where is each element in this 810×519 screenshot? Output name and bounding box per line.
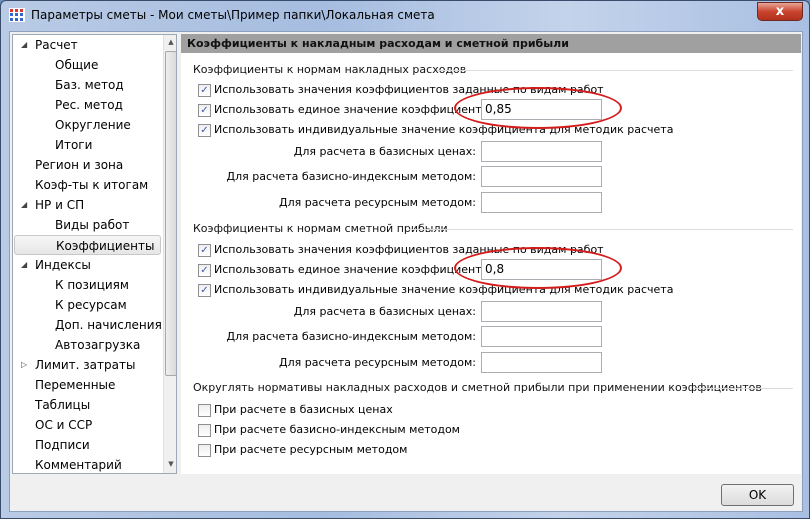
overhead-index-label: Для расчета базисно-индексным методом: bbox=[226, 170, 476, 183]
tree-item-label: Общие bbox=[55, 58, 99, 72]
profit-single-checkbox[interactable]: ✓ bbox=[198, 264, 211, 277]
overhead-single-checkbox[interactable]: ✓ bbox=[198, 104, 211, 117]
tree-item[interactable]: ◢ Расчет bbox=[13, 35, 162, 55]
tree-item-label: Комментарий bbox=[35, 458, 122, 472]
tree-item[interactable]: Таблицы bbox=[13, 395, 162, 415]
tree-item[interactable]: Доп. начисления bbox=[13, 315, 162, 335]
scroll-up-icon[interactable]: ▲ bbox=[164, 35, 176, 50]
tree-item[interactable]: ◢ Индексы bbox=[13, 255, 162, 275]
profit-index-input[interactable] bbox=[481, 326, 602, 347]
expand-arrow-icon[interactable]: ▷ bbox=[21, 355, 27, 375]
panel-header: Коэффициенты к накладным расходам и смет… bbox=[181, 34, 801, 53]
profit-resource-label: Для расчета ресурсным методом: bbox=[279, 356, 476, 369]
profit-individual-checkbox[interactable]: ✓ bbox=[198, 284, 211, 297]
close-button[interactable]: x bbox=[757, 2, 803, 21]
scrollbar-thumb[interactable] bbox=[165, 51, 176, 376]
overhead-base-input[interactable] bbox=[481, 141, 602, 162]
tree-item[interactable]: Округление bbox=[13, 115, 162, 135]
tree-item-label: Баз. метод bbox=[55, 78, 124, 92]
overhead-resource-input[interactable] bbox=[481, 192, 602, 213]
dialog-client: Комментарий Подписи ОС и ССР Таблицы Перемен… bbox=[9, 31, 803, 512]
collapse-arrow-icon[interactable]: ◢ bbox=[21, 255, 27, 275]
tree-item[interactable]: Переменные bbox=[13, 375, 162, 395]
app-icon bbox=[9, 8, 25, 22]
profit-base-input[interactable] bbox=[481, 301, 602, 322]
tree-item-label: Автозагрузка bbox=[55, 338, 141, 352]
tree-item[interactable]: Общие bbox=[13, 55, 162, 75]
tree-item-label: Коэффициенты bbox=[56, 239, 155, 253]
tree-item-label: Расчет bbox=[35, 38, 78, 52]
tree-item-label: Регион и зона bbox=[35, 158, 124, 172]
profit-base-label: Для расчета в базисных ценах: bbox=[293, 305, 476, 318]
close-icon: x bbox=[775, 4, 785, 19]
tree-item-label: К позициям bbox=[55, 278, 129, 292]
tree-item-label: К ресурсам bbox=[55, 298, 127, 312]
tree-scrollbar[interactable]: ▲ ▼ bbox=[163, 35, 176, 473]
divider bbox=[409, 229, 793, 230]
tree-item[interactable]: К позициям bbox=[13, 275, 162, 295]
overhead-base-label: Для расчета в базисных ценах: bbox=[293, 145, 476, 158]
tree-item-label: ОС и ССР bbox=[35, 418, 93, 432]
rounding-group-title: Округлять нормативы накладных расходов и… bbox=[193, 381, 762, 394]
overhead-individual-checkbox[interactable]: ✓ bbox=[198, 124, 211, 137]
round-base-label: При расчете в базисных ценах bbox=[214, 403, 393, 416]
scroll-down-icon[interactable]: ▼ bbox=[164, 457, 176, 472]
tree-item-label: Индексы bbox=[35, 258, 91, 272]
round-index-label: При расчете базисно-индексным методом bbox=[214, 423, 460, 436]
profit-individual-label: Использовать индивидуальные значение коэ… bbox=[214, 283, 674, 296]
tree-item-label: Лимит. затраты bbox=[35, 358, 136, 372]
tree-item[interactable]: ◢ НР и СП bbox=[13, 195, 162, 215]
round-resource-checkbox[interactable] bbox=[198, 444, 211, 457]
tree-item[interactable]: Виды работ bbox=[13, 215, 162, 235]
tree-item[interactable]: ОС и ССР bbox=[13, 415, 162, 435]
tree-item-label: Итоги bbox=[55, 138, 93, 152]
round-base-checkbox[interactable] bbox=[198, 404, 211, 417]
divider bbox=[693, 388, 793, 389]
divider bbox=[437, 70, 793, 71]
profit-single-label: Использовать единое значение коэффициент… bbox=[214, 263, 493, 276]
tree-item[interactable]: Коэф-ты к итогам bbox=[13, 175, 162, 195]
settings-tree: Комментарий Подписи ОС и ССР Таблицы Перемен… bbox=[12, 34, 177, 474]
ok-button[interactable]: OK bbox=[721, 484, 794, 506]
tree-item[interactable]: Коэффициенты bbox=[14, 235, 161, 255]
tree-item[interactable]: Рес. метод bbox=[13, 95, 162, 115]
overhead-by-work-checkbox[interactable]: ✓ bbox=[198, 84, 211, 97]
tree-item-label: Округление bbox=[55, 118, 131, 132]
collapse-arrow-icon[interactable]: ◢ bbox=[21, 35, 27, 55]
dialog-window: Параметры сметы - Мои сметы\Пример папки… bbox=[0, 0, 810, 519]
overhead-single-label: Использовать единое значение коэффициент… bbox=[214, 103, 493, 116]
collapse-arrow-icon[interactable]: ◢ bbox=[21, 195, 27, 215]
tree-item[interactable]: Автозагрузка bbox=[13, 335, 162, 355]
tree-item[interactable]: Итоги bbox=[13, 135, 162, 155]
tree-item-label: Переменные bbox=[35, 378, 116, 392]
profit-resource-input[interactable] bbox=[481, 352, 602, 373]
overhead-group-title: Коэффициенты к нормам накладных расходов bbox=[193, 63, 467, 76]
overhead-individual-label: Использовать индивидуальные значение коэ… bbox=[214, 123, 674, 136]
highlight-ellipse bbox=[454, 247, 622, 289]
overhead-resource-label: Для расчета ресурсным методом: bbox=[279, 196, 476, 209]
tree-item-label: НР и СП bbox=[35, 198, 85, 212]
tree-item[interactable]: Регион и зона bbox=[13, 155, 162, 175]
tree-item-label: Коэф-ты к итогам bbox=[35, 178, 149, 192]
window-title: Параметры сметы - Мои сметы\Пример папки… bbox=[31, 8, 435, 22]
tree-item-label: Виды работ bbox=[55, 218, 130, 232]
tree-item[interactable]: К ресурсам bbox=[13, 295, 162, 315]
tree-item-label: Рес. метод bbox=[55, 98, 123, 112]
tree-item[interactable]: ▷ Лимит. затраты bbox=[13, 355, 162, 375]
tree-item-label: Доп. начисления bbox=[55, 318, 162, 332]
tree-item-label: Подписи bbox=[35, 438, 90, 452]
profit-index-label: Для расчета базисно-индексным методом: bbox=[226, 330, 476, 343]
settings-panel: Коэффициенты к накладным расходам и смет… bbox=[181, 34, 801, 474]
highlight-ellipse bbox=[454, 87, 622, 129]
round-resource-label: При расчете ресурсным методом bbox=[214, 443, 408, 456]
profit-by-work-checkbox[interactable]: ✓ bbox=[198, 244, 211, 257]
tree-item[interactable]: Комментарий bbox=[13, 455, 162, 473]
overhead-index-input[interactable] bbox=[481, 166, 602, 187]
tree-item-label: Таблицы bbox=[35, 398, 91, 412]
round-index-checkbox[interactable] bbox=[198, 424, 211, 437]
tree-item[interactable]: Подписи bbox=[13, 435, 162, 455]
tree-item[interactable]: Баз. метод bbox=[13, 75, 162, 95]
